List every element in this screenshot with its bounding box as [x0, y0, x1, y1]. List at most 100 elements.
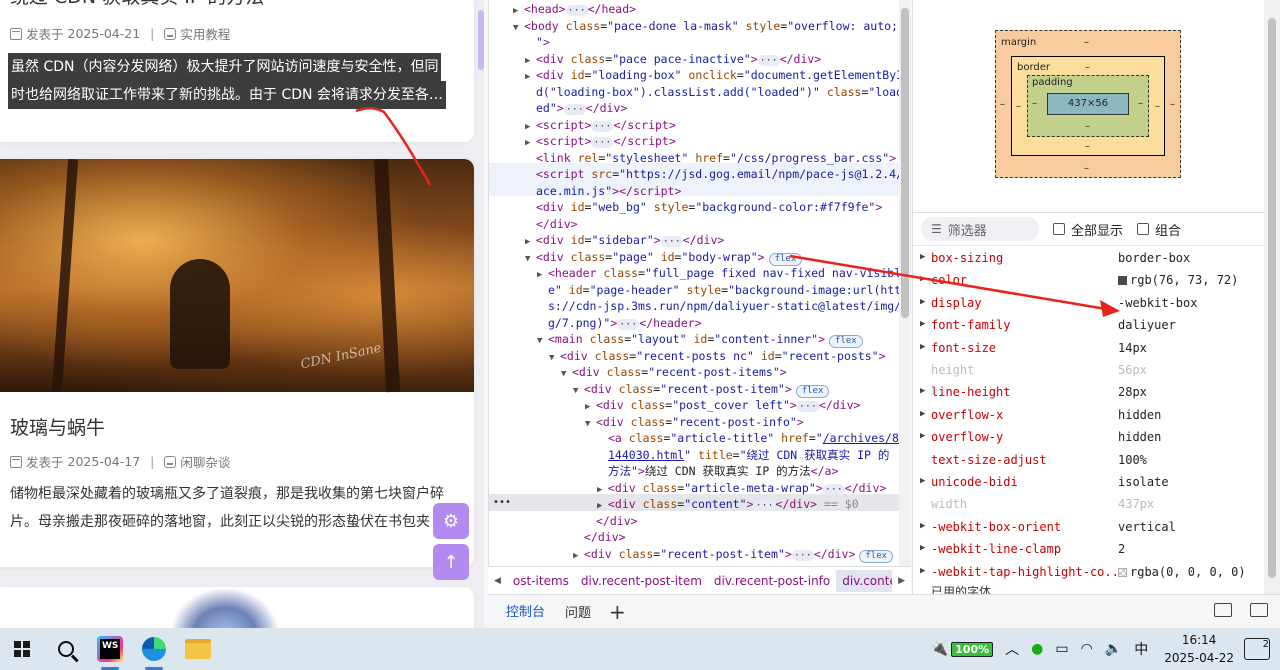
dom-node-line[interactable]: s://cdn-jsp.3ms.run/npm/daliyuer-static@… — [537, 298, 908, 315]
expand-triangle-icon[interactable]: ▶ — [920, 297, 925, 307]
dom-node-line[interactable]: d("loading-box").classList.add("loaded")… — [525, 84, 903, 101]
post-cover-image[interactable]: CDN InSane — [0, 159, 474, 393]
color-swatch[interactable] — [1118, 567, 1127, 577]
breadcrumb-item[interactable]: div.recent-post-info — [708, 574, 836, 588]
checkbox-box[interactable] — [1053, 223, 1065, 235]
start-button[interactable] — [0, 628, 44, 670]
expand-triangle-icon[interactable]: ▶ — [920, 431, 925, 441]
post-card[interactable]: 绕过 CDN 获取真实 IP 的方法 发表于 2025-04-21 | 实用教程… — [0, 0, 474, 142]
add-tab-icon[interactable]: + — [601, 600, 634, 624]
computed-property-row[interactable]: ▶ color rgb(76, 73, 72) — [913, 270, 1269, 292]
breadcrumb-item[interactable]: div.recent-post-item — [575, 574, 708, 588]
dom-node-line[interactable]: ed"> ··· </div> — [525, 100, 627, 117]
computed-property-row[interactable]: ▶ overflow-x hidden — [913, 405, 1269, 427]
dom-node-line[interactable]: </div> — [573, 529, 626, 546]
scrollbar-thumb[interactable] — [901, 8, 909, 318]
checkbox-box[interactable] — [1137, 223, 1150, 235]
color-swatch[interactable] — [1118, 276, 1127, 286]
border-bottom-value[interactable]: – — [1085, 141, 1090, 152]
computed-property-row[interactable]: width 437px — [913, 494, 1269, 516]
dom-node-line[interactable]: ▶ <div class="recent-post-item"> ··· </div>… — [573, 546, 894, 565]
post-category[interactable]: 实用教程 — [180, 24, 230, 43]
notification-button[interactable]: 2 — [1244, 638, 1270, 660]
ime-indicator[interactable]: 中 — [1134, 639, 1148, 659]
show-all-checkbox[interactable]: 全部显示 — [1053, 220, 1123, 239]
group-checkbox[interactable]: 组合 — [1137, 220, 1181, 239]
post-title[interactable]: 绕过 CDN 获取真实 IP 的方法 — [10, 0, 264, 9]
dom-node-line[interactable]: ace.min.js"></script> — [525, 183, 681, 200]
computed-property-row[interactable]: ▶ display -webkit-box — [913, 293, 1269, 315]
margin-top-value[interactable]: – — [1084, 37, 1089, 48]
collapse-triangle-icon[interactable]: ▼ — [561, 366, 572, 383]
computed-property-row[interactable]: ▶ line-height 28px — [913, 382, 1269, 404]
elements-scrollbar[interactable] — [899, 0, 911, 566]
border-right-value[interactable]: – — [1155, 101, 1160, 112]
dom-node-line[interactable]: <link rel="stylesheet" href="/css/progre… — [525, 150, 896, 167]
dom-node-line[interactable]: <a class="article-title" href="/archives… — [597, 430, 906, 447]
dom-node-line[interactable]: g/7.png)"> ··· </header> — [537, 315, 702, 332]
computed-scrollbar[interactable] — [1264, 0, 1280, 594]
dom-node-line[interactable]: 方法">绕过 CDN 获取真实 IP 的方法</a> — [597, 463, 838, 480]
breadcrumb-item[interactable]: div.content — [836, 569, 893, 592]
expand-triangle-icon[interactable]: ▶ — [920, 252, 925, 262]
volume-icon[interactable]: 🔈 — [1105, 641, 1122, 657]
elements-tree[interactable]: ▶ <head> ··· </head> ▼ <body class="pace-done… — [488, 0, 911, 566]
margin-bottom-value[interactable]: – — [1084, 163, 1089, 174]
collapse-triangle-icon[interactable]: ▼ — [585, 416, 596, 433]
undock-icon[interactable] — [1250, 603, 1268, 617]
expand-triangle-icon[interactable]: ▶ — [920, 386, 925, 396]
wechat-icon[interactable]: ● — [1031, 641, 1043, 657]
margin-left-value[interactable]: – — [1000, 99, 1005, 110]
battery-indicator[interactable]: 🔌 100% — [931, 641, 994, 657]
collapse-triangle-icon[interactable]: ▼ — [513, 20, 524, 37]
settings-button[interactable]: ⚙ — [433, 503, 469, 539]
scrollbar-thumb[interactable] — [1268, 18, 1276, 578]
expand-triangle-icon[interactable]: ▶ — [920, 521, 925, 531]
dom-node-line[interactable]: 144030.html" title="绕过 CDN 获取真实 IP 的 — [597, 447, 889, 464]
padding-bottom-value[interactable]: – — [1085, 121, 1090, 132]
padding-left-value[interactable]: – — [1032, 98, 1037, 109]
dom-node-line[interactable]: </div> — [525, 216, 578, 233]
tab-console[interactable]: 控制台 — [496, 593, 556, 630]
dom-node-line[interactable]: e" id="page-header" style="background-im… — [537, 282, 908, 299]
expand-triangle-icon[interactable]: ▶ — [920, 342, 925, 352]
computed-property-row[interactable]: ▶ unicode-bidi isolate — [913, 472, 1269, 494]
explorer-taskbar-button[interactable] — [176, 628, 220, 670]
wifi-icon[interactable]: ◠ — [1081, 641, 1093, 657]
clock[interactable]: 16:14 2025-04-22 — [1164, 631, 1234, 667]
expand-triangle-icon[interactable]: ▶ — [920, 319, 925, 329]
chevron-up-icon[interactable]: ︿ — [1005, 639, 1019, 659]
post-cover-image[interactable] — [170, 587, 280, 628]
expand-triangle-icon[interactable]: ▶ — [920, 476, 925, 486]
scrollbar-thumb[interactable] — [478, 10, 484, 70]
computed-property-row[interactable]: ▶ overflow-y hidden — [913, 427, 1269, 449]
network-icon[interactable]: ▭ — [1055, 641, 1068, 657]
crumb-right-arrow-icon[interactable]: ▶ — [892, 576, 911, 586]
dom-node-line[interactable]: ▼ <body class="pace-done la-mask" style="… — [513, 18, 898, 37]
tab-issues[interactable]: 问题 — [555, 594, 601, 629]
search-button[interactable] — [44, 628, 88, 670]
expand-triangle-icon[interactable]: ▶ — [920, 566, 925, 576]
crumb-left-arrow-icon[interactable]: ◀ — [488, 576, 507, 586]
filter-input[interactable]: ☰ 筛选器 — [921, 217, 1039, 241]
expand-triangle-icon[interactable]: ▶ — [920, 409, 925, 419]
computed-property-row[interactable]: ▶ -webkit-box-orient vertical — [913, 517, 1269, 539]
dock-icon[interactable] — [1214, 603, 1232, 617]
collapse-triangle-icon[interactable]: ▼ — [573, 383, 584, 400]
collapse-triangle-icon[interactable]: ▼ — [549, 350, 560, 367]
post-card[interactable] — [0, 587, 474, 628]
border-left-value[interactable]: – — [1016, 101, 1021, 112]
gutter-dots[interactable]: ••• — [493, 495, 511, 512]
post-title[interactable]: 玻璃与蜗牛 — [10, 413, 105, 440]
post-category[interactable]: 闲聊杂谈 — [180, 452, 230, 471]
expand-triangle-icon[interactable]: ▶ — [920, 274, 925, 284]
computed-property-row[interactable]: ▶ box-sizing border-box — [913, 248, 1269, 270]
post-card[interactable]: CDN InSane 玻璃与蜗牛 发表于 2025-04-17 | 闲聊杂谈 储… — [0, 159, 474, 567]
edge-taskbar-button[interactable] — [132, 628, 176, 670]
margin-right-value[interactable]: – — [1170, 99, 1175, 110]
border-top-value[interactable]: – — [1085, 62, 1090, 73]
collapse-triangle-icon[interactable]: ▼ — [537, 333, 548, 350]
collapse-triangle-icon[interactable]: ▼ — [525, 251, 536, 268]
back-to-top-button[interactable]: ↑ — [433, 544, 469, 580]
dom-node-line[interactable]: <div id="web_bg" style="background-color… — [525, 199, 882, 216]
